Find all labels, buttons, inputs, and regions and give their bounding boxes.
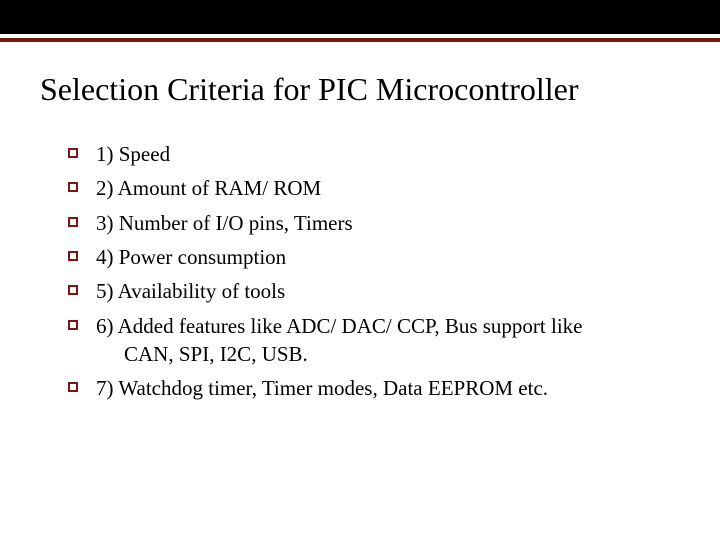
top-band xyxy=(0,0,720,34)
list-item-text: 6) Added features like ADC/ DAC/ CCP, Bu… xyxy=(96,312,583,369)
bullet-icon xyxy=(68,148,78,158)
slide-title: Selection Criteria for PIC Microcontroll… xyxy=(40,72,700,107)
bullet-icon xyxy=(68,217,78,227)
list-item: 7) Watchdog timer, Timer modes, Data EEP… xyxy=(68,374,660,402)
bullet-icon xyxy=(68,382,78,392)
list-item: 6) Added features like ADC/ DAC/ CCP, Bu… xyxy=(68,312,660,369)
list-item: 5) Availability of tools xyxy=(68,277,660,305)
list-item: 4) Power consumption xyxy=(68,243,660,271)
slide-body: 1) Speed 2) Amount of RAM/ ROM 3) Number… xyxy=(68,140,660,409)
list-item-text: 4) Power consumption xyxy=(96,243,286,271)
list-item-text: 7) Watchdog timer, Timer modes, Data EEP… xyxy=(96,374,548,402)
list-item-text: 3) Number of I/O pins, Timers xyxy=(96,209,353,237)
bullet-icon xyxy=(68,285,78,295)
top-rule xyxy=(0,38,720,42)
list-item: 2) Amount of RAM/ ROM xyxy=(68,174,660,202)
list-item-text: 1) Speed xyxy=(96,140,170,168)
bullet-icon xyxy=(68,182,78,192)
bullet-icon xyxy=(68,320,78,330)
bullet-icon xyxy=(68,251,78,261)
list-item-line1: 6) Added features like ADC/ DAC/ CCP, Bu… xyxy=(96,314,583,338)
list-item: 3) Number of I/O pins, Timers xyxy=(68,209,660,237)
list-item-text: 5) Availability of tools xyxy=(96,277,285,305)
list-item: 1) Speed xyxy=(68,140,660,168)
slide: Selection Criteria for PIC Microcontroll… xyxy=(0,0,720,540)
list-item-text: 2) Amount of RAM/ ROM xyxy=(96,174,321,202)
list-item-line2: CAN, SPI, I2C, USB. xyxy=(124,342,308,366)
